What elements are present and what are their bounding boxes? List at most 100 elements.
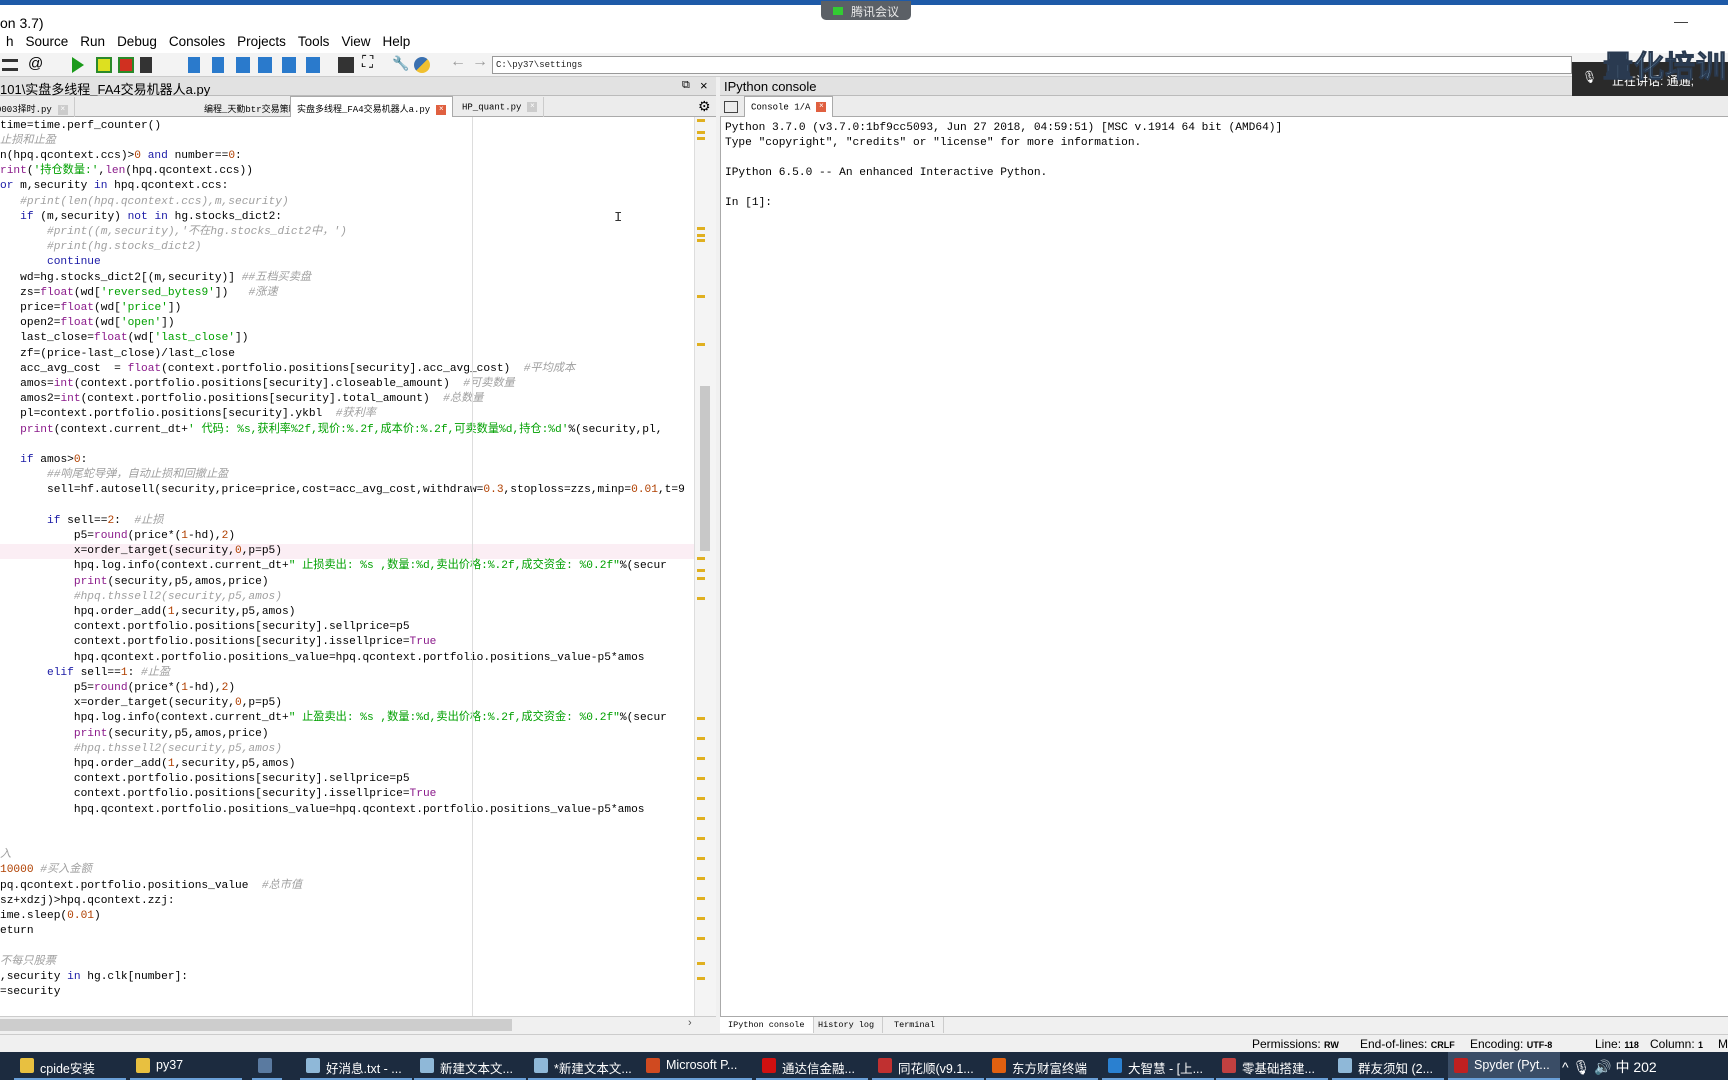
taskbar-label: cpide安装: [40, 1062, 95, 1076]
tab-label: Console 1/A: [751, 102, 811, 113]
tab-console-1[interactable]: Console 1/A ×: [744, 96, 834, 118]
taskbar-item[interactable]: *新建文本文...: [528, 1052, 640, 1080]
meeting-label: 腾讯会议: [851, 5, 900, 19]
code-token: x=order_target(security,: [0, 697, 235, 710]
code-token: 'price': [120, 301, 168, 314]
editor-tab[interactable]: 实盘多线程_FA4交易机器人a.py ×: [290, 96, 454, 118]
scrollbar-thumb[interactable]: [700, 386, 710, 551]
tencent-meeting-badge[interactable]: 腾讯会议: [821, 1, 911, 20]
code-line: elif sell==1: #止盈: [0, 666, 694, 681]
undock-icon[interactable]: ⧉: [682, 79, 690, 92]
stop-icon[interactable]: [306, 57, 320, 73]
maximize-pane-icon[interactable]: [338, 57, 354, 73]
continue-icon[interactable]: [282, 57, 296, 73]
menu-consoles[interactable]: Consoles: [163, 31, 231, 53]
step-icon[interactable]: [212, 57, 224, 73]
scrollbar-marker: [697, 937, 705, 940]
app-icon: [878, 1058, 892, 1073]
code-token: (wd[: [73, 286, 101, 299]
editor-vertical-scrollbar[interactable]: [694, 117, 716, 1020]
close-tab-icon[interactable]: ×: [527, 102, 538, 112]
scrollbar-marker: [697, 239, 705, 242]
run-selection-icon[interactable]: [140, 57, 152, 73]
outline-icon[interactable]: [2, 59, 18, 71]
code-token: wd=hg.stocks_dict2[(m,security)]: [0, 271, 242, 284]
taskbar-item[interactable]: 大智慧 - [上...: [1102, 1052, 1214, 1080]
tab-history-log[interactable]: History log: [810, 1017, 884, 1033]
close-tab-icon[interactable]: ×: [57, 104, 68, 115]
taskbar-item[interactable]: 群友须知 (2...: [1332, 1052, 1444, 1080]
memory-status: M: [1718, 1037, 1728, 1051]
run-cell-advance-icon[interactable]: [118, 57, 134, 73]
taskbar-item[interactable]: 好消息.txt - ...: [300, 1052, 412, 1080]
code-line: sz+xdzj)>hpq.qcontext.zzj:: [0, 894, 694, 909]
code-token: 0.3: [483, 484, 504, 497]
code-token: int: [53, 377, 74, 390]
forward-arrow-icon[interactable]: →: [472, 53, 488, 70]
code-token: (: [26, 165, 34, 178]
taskbar-item[interactable]: 同花顺(v9.1...: [872, 1052, 984, 1080]
menu-run[interactable]: Run: [74, 31, 111, 53]
run-icon[interactable]: [72, 57, 84, 73]
run-cell-icon[interactable]: [96, 57, 112, 73]
taskbar-item[interactable]: 东方财富终端: [986, 1052, 1098, 1080]
menu-view[interactable]: View: [335, 31, 376, 53]
taskbar-item[interactable]: 新建文本文...: [414, 1052, 526, 1080]
tab-ipython-console[interactable]: IPython console: [720, 1017, 814, 1033]
code-token: (hpq.qcontext.ccs)): [125, 165, 253, 178]
taskbar-item[interactable]: 零基础搭建...: [1216, 1052, 1328, 1080]
python-path-icon[interactable]: [414, 57, 430, 73]
step-into-icon[interactable]: [236, 57, 250, 73]
gear-icon[interactable]: ⚙: [698, 98, 711, 115]
close-pane-icon[interactable]: ×: [700, 78, 708, 93]
wrench-icon[interactable]: 🔧: [392, 55, 409, 71]
menu-projects[interactable]: Projects: [231, 31, 292, 53]
minimize-button[interactable]: —: [1674, 13, 1688, 29]
working-directory-input[interactable]: C:\py37\settings: [492, 56, 1572, 74]
taskbar-item[interactable]: Microsoft P...: [640, 1052, 752, 1080]
back-arrow-icon[interactable]: ←: [450, 53, 466, 70]
at-icon[interactable]: @: [28, 55, 44, 72]
editor-horizontal-scrollbar[interactable]: ›: [0, 1016, 716, 1032]
code-token: amos>: [33, 453, 74, 466]
code-token: sz+xdzj)>hpq.qcontext.zzj:: [0, 894, 175, 907]
new-console-icon[interactable]: [724, 101, 738, 113]
code-line: context.portfolio.positions[security].se…: [0, 620, 694, 635]
taskbar-item[interactable]: cpide安装: [14, 1052, 126, 1080]
code-token: context.portfolio.positions[security].is…: [0, 636, 410, 649]
code-editor[interactable]: time=time.perf_counter() 止损和止盈 n(hpq.qcont…: [0, 117, 694, 1016]
code-line: continue: [0, 255, 694, 270]
taskbar-item[interactable]: 通达信金融...: [756, 1052, 868, 1080]
fullscreen-icon[interactable]: ⛶: [362, 54, 378, 71]
code-token: #hpq.thssell2(security,p5,amos): [0, 742, 282, 755]
scroll-right-icon[interactable]: ›: [688, 1017, 692, 1029]
line-status: Line: 118: [1595, 1037, 1639, 1051]
code-token: (price*(: [127, 681, 182, 694]
taskbar-item[interactable]: [252, 1052, 282, 1080]
editor-tab[interactable]: HP_quant.py ×: [456, 97, 545, 117]
close-tab-icon[interactable]: ×: [436, 104, 447, 115]
step-return-icon[interactable]: [258, 57, 272, 73]
menu-debug[interactable]: Debug: [111, 31, 163, 53]
code-line: hpq.qcontext.portfolio.positions_value=h…: [0, 803, 694, 818]
tab-terminal[interactable]: Terminal: [886, 1017, 944, 1033]
code-token: 0: [134, 149, 141, 162]
close-tab-icon[interactable]: ×: [816, 102, 827, 112]
system-tray[interactable]: ^ 🎙 🔊 中 202: [1562, 1052, 1657, 1080]
taskbar-item[interactable]: py37: [130, 1052, 242, 1080]
menu-source[interactable]: Source: [20, 31, 75, 53]
menu-tools[interactable]: Tools: [292, 31, 336, 53]
editor-tab[interactable]: 0003择时.py ×: [0, 97, 75, 117]
menu-h[interactable]: h: [0, 31, 20, 53]
menu-help[interactable]: Help: [376, 31, 416, 53]
taskbar-item[interactable]: Spyder (Pyt...: [1448, 1052, 1560, 1080]
code-token: #print(len(hpq.qcontext.ccs),m,security): [0, 195, 289, 208]
console-prompt[interactable]: In [1]:: [725, 197, 772, 209]
horizontal-scrollbar-thumb[interactable]: [0, 1019, 512, 1031]
code-token: #止损: [134, 514, 164, 527]
text-cursor-icon: I: [614, 210, 623, 226]
code-line: #hpq.thssell2(security,p5,amos): [0, 590, 694, 605]
debug-icon[interactable]: [188, 57, 200, 73]
ipython-console[interactable]: Python 3.7.0 (v3.7.0:1bf9cc5093, Jun 27 …: [720, 117, 1728, 1016]
